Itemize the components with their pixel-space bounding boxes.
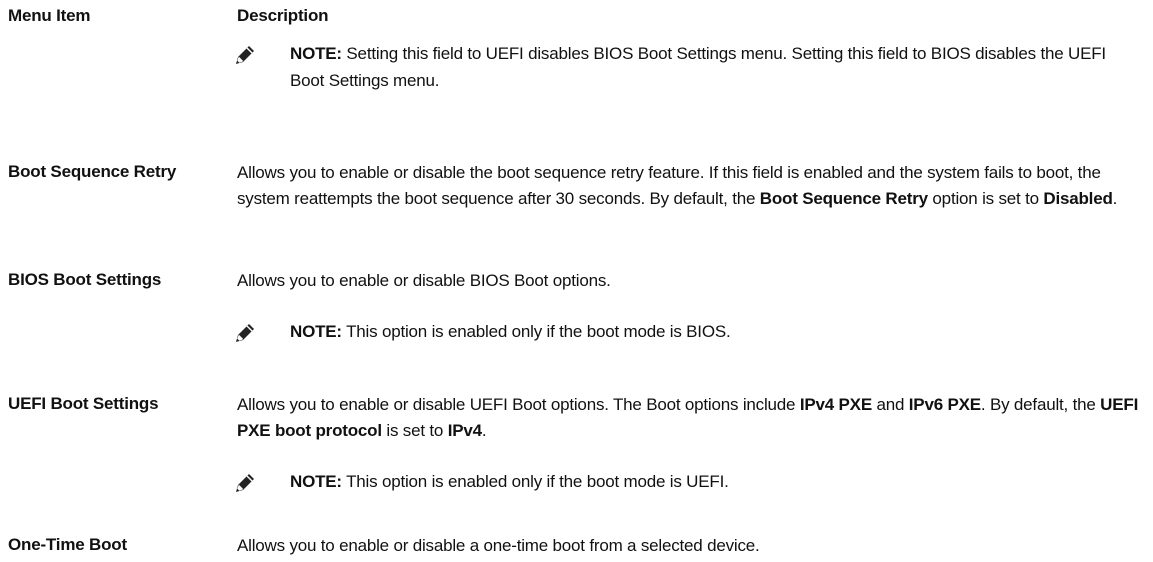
desc-text: and [871, 395, 909, 414]
note-text: NOTE: Setting this field to UEFI disable… [290, 40, 1140, 94]
desc-text: option is set to [927, 189, 1044, 208]
note-label: NOTE: [290, 322, 342, 341]
desc-bold: IPv4 [447, 421, 482, 440]
desc-text: . [1112, 189, 1118, 208]
menu-item-description: Allows you to enable or disable the boot… [237, 160, 1149, 212]
desc-text: Allows you to enable or disable UEFI Boo… [237, 395, 800, 414]
note-text: NOTE: This option is enabled only if the… [290, 468, 1140, 495]
menu-item-label: BIOS Boot Settings [8, 270, 162, 289]
note-label: NOTE: [290, 44, 342, 63]
column-header-menu-item: Menu Item [8, 6, 91, 25]
pencil-note-icon [236, 324, 254, 342]
menu-item-label: Boot Sequence Retry [8, 162, 177, 181]
note-body: Setting this field to UEFI disables BIOS… [290, 44, 1106, 90]
desc-text: . [481, 421, 487, 440]
note-body: This option is enabled only if the boot … [346, 322, 731, 341]
desc-text: is set to [381, 421, 448, 440]
note-body: This option is enabled only if the boot … [346, 472, 729, 491]
menu-item-label: One-Time Boot [8, 535, 127, 554]
desc-bold: IPv6 PXE [908, 395, 981, 414]
desc-bold: Disabled [1043, 189, 1113, 208]
desc-text: . By default, the [980, 395, 1101, 414]
desc-bold: Boot Sequence Retry [759, 189, 928, 208]
column-header-description: Description [237, 6, 329, 25]
menu-item-description: Allows you to enable or disable a one-ti… [237, 536, 760, 555]
pencil-note-icon [236, 46, 254, 64]
menu-item-label: UEFI Boot Settings [8, 394, 159, 413]
menu-item-description: Allows you to enable or disable UEFI Boo… [237, 392, 1149, 444]
note-text: NOTE: This option is enabled only if the… [290, 318, 1140, 345]
pencil-note-icon [236, 474, 254, 492]
menu-item-description: Allows you to enable or disable BIOS Boo… [237, 271, 611, 290]
document-page: Menu Item Description NOTE: Setting this… [0, 0, 1153, 562]
desc-bold: IPv4 PXE [799, 395, 872, 414]
note-label: NOTE: [290, 472, 342, 491]
